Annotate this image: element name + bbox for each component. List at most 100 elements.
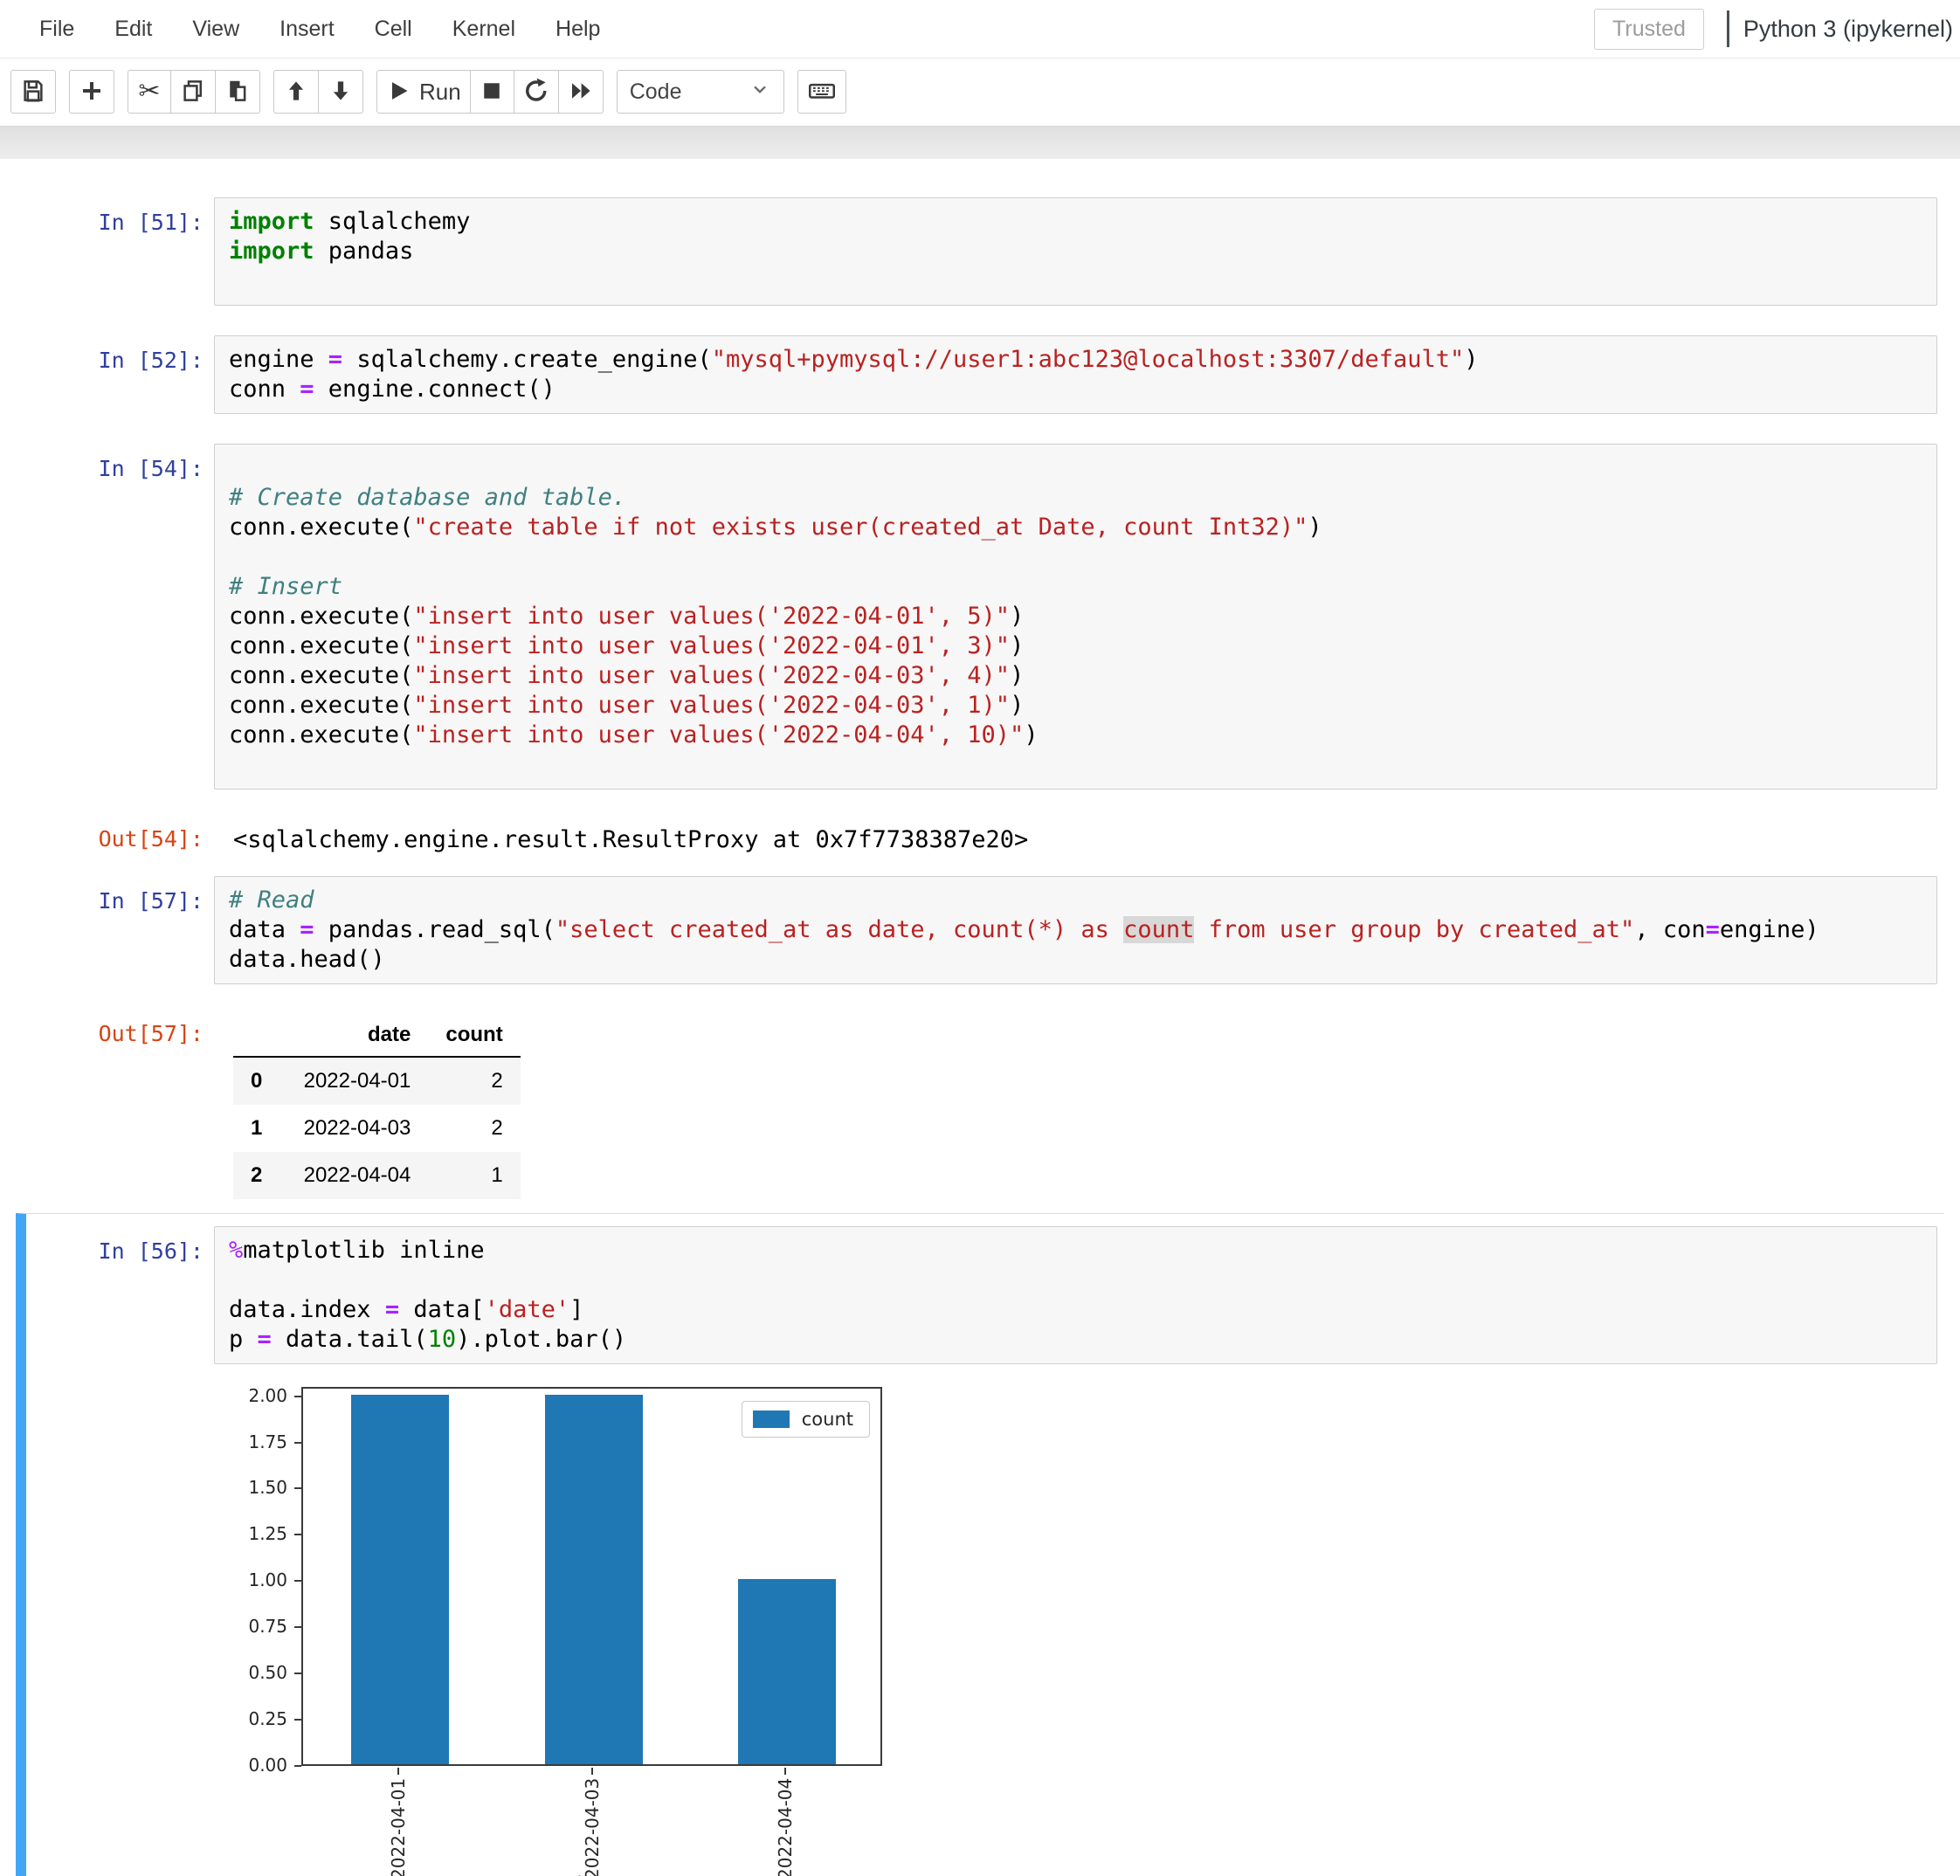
dataframe-row-index: 1 (233, 1105, 280, 1152)
code-token: "insert into user values('2022-04-01', 3… (413, 632, 1010, 659)
chevron-down-icon (749, 78, 771, 107)
menu-bar: FileEditViewInsertCellKernelHelp Trusted… (0, 0, 1960, 59)
menu-edit[interactable]: Edit (94, 8, 172, 51)
move-up-button[interactable] (273, 70, 319, 114)
kernel-divider (1727, 10, 1729, 47)
code-token: = (385, 1296, 399, 1323)
code-token: count (1123, 916, 1194, 943)
code-line (229, 750, 1922, 780)
selected-cell[interactable]: In [56]:%matplotlib inline data.index = … (16, 1213, 1944, 1876)
table-row: 02022-04-012 (233, 1057, 521, 1105)
stop-button[interactable] (471, 70, 514, 114)
y-tick-label: 1.75 (217, 1431, 287, 1452)
code-token: p (229, 1326, 258, 1353)
dataframe-output: datecount02022-04-01212022-04-03222022-0… (214, 1014, 521, 1199)
fast-forward-icon (568, 78, 594, 107)
header-right: Trusted Python 3 (ipykernel) (1594, 0, 1953, 58)
code-line: %matplotlib inline (229, 1236, 1922, 1266)
code-line (229, 542, 1922, 572)
trusted-button[interactable]: Trusted (1594, 9, 1704, 50)
y-tick-label: 0.00 (217, 1755, 287, 1776)
x-tick-mark (591, 1768, 593, 1775)
code-line: import sqlalchemy (229, 207, 1922, 237)
chart-output: count0.000.250.500.751.001.251.501.752.0… (210, 1378, 1944, 1876)
input-prompt: In [56]: (26, 1226, 214, 1364)
keyboard-button[interactable] (797, 70, 846, 114)
kernel-name: Python 3 (ipykernel) (1743, 16, 1953, 43)
code-token: ] (569, 1296, 583, 1323)
code-token: ) (1010, 662, 1024, 689)
x-axis-label: date (571, 1873, 611, 1876)
code-token: ) (1464, 346, 1478, 373)
code-line: # Read (229, 886, 1922, 915)
code-token: engine) (1720, 916, 1819, 943)
code-input-area[interactable]: import sqlalchemyimport pandas (214, 197, 1937, 306)
notebook-area: In [51]:import sqlalchemyimport pandas I… (0, 159, 1960, 1876)
dataframe-cell: 2022-04-04 (280, 1152, 428, 1199)
keyboard-icon (807, 78, 837, 107)
menu-insert[interactable]: Insert (259, 8, 355, 51)
code-token: conn.execute( (229, 692, 413, 719)
add-cell-button[interactable] (69, 70, 114, 114)
code-token: data.index (229, 1296, 385, 1323)
menu-view[interactable]: View (172, 8, 259, 51)
menu-file[interactable]: File (19, 8, 94, 51)
code-token: = (1706, 916, 1720, 943)
code-line: data.index = data['date'] (229, 1295, 1922, 1325)
code-token: "insert into user values('2022-04-03', 4… (413, 662, 1010, 689)
copy-button[interactable] (171, 70, 216, 114)
legend-swatch (753, 1410, 790, 1428)
jupyter-notebook-window: FileEditViewInsertCellKernelHelp Trusted… (0, 0, 1960, 1876)
menu-help[interactable]: Help (535, 8, 620, 51)
code-token: ) (1024, 721, 1038, 748)
input-prompt: In [57]: (0, 876, 214, 984)
x-tick-label: 2022-04-04 (775, 1776, 796, 1876)
code-line: conn.execute("create table if not exists… (229, 513, 1922, 542)
code-input-area[interactable]: %matplotlib inline data.index = data['da… (214, 1226, 1937, 1364)
code-input-area[interactable]: # Create database and table.conn.execute… (214, 444, 1937, 790)
code-line: # Insert (229, 572, 1922, 602)
output-prompt: Out[54]: (0, 819, 214, 853)
code-token: ) (1010, 632, 1024, 659)
restart-button[interactable] (514, 70, 559, 114)
code-line: engine = sqlalchemy.create_engine("mysql… (229, 345, 1922, 375)
input-prompt: In [51]: (0, 197, 214, 306)
paste-button[interactable] (216, 70, 260, 114)
save-button[interactable] (10, 70, 56, 114)
code-token: conn (229, 376, 300, 403)
y-tick-mark (294, 1487, 301, 1489)
code-input-area[interactable]: # Readdata = pandas.read_sql("select cre… (214, 876, 1937, 984)
code-token: = (300, 376, 314, 403)
code-token: % (229, 1237, 243, 1264)
code-token: data[ (399, 1296, 485, 1323)
code-token: ).plot.bar() (456, 1326, 626, 1353)
code-token: = (258, 1326, 272, 1353)
code-cell: In [51]:import sqlalchemyimport pandas (0, 197, 1937, 306)
table-row: 22022-04-041 (233, 1152, 521, 1199)
bar-chart-figure: count0.000.250.500.751.001.251.501.752.0… (210, 1378, 926, 1876)
code-token: "mysql+pymysql://user1:abc123@localhost:… (712, 346, 1465, 373)
toolbar-group (69, 70, 114, 114)
input-prompt: In [52]: (0, 335, 214, 414)
code-input-area[interactable]: engine = sqlalchemy.create_engine("mysql… (214, 335, 1937, 414)
code-token: = (300, 916, 314, 943)
menu-kernel[interactable]: Kernel (432, 8, 535, 51)
cut-icon: ✂ (138, 79, 160, 105)
x-tick-label: 2022-04-03 (582, 1776, 603, 1876)
menu-cell[interactable]: Cell (355, 8, 432, 51)
y-tick-mark (294, 1396, 301, 1397)
toolbar-group (10, 70, 56, 114)
move-down-button[interactable] (319, 70, 363, 114)
cut-button[interactable]: ✂ (128, 70, 171, 114)
code-token: data.head() (229, 946, 385, 973)
code-token: data (229, 916, 300, 943)
cell-type-select[interactable]: Code (617, 70, 784, 114)
fast-forward-button[interactable] (559, 70, 604, 114)
run-button[interactable]: Run (376, 70, 471, 114)
code-line: conn = engine.connect() (229, 375, 1922, 404)
x-tick-label: 2022-04-01 (388, 1776, 409, 1876)
code-token: # Read (229, 886, 314, 914)
bar-2022-04-03 (545, 1395, 643, 1764)
code-token: sqlalchemy.create_engine( (342, 346, 712, 373)
code-token: 'date' (485, 1296, 570, 1323)
